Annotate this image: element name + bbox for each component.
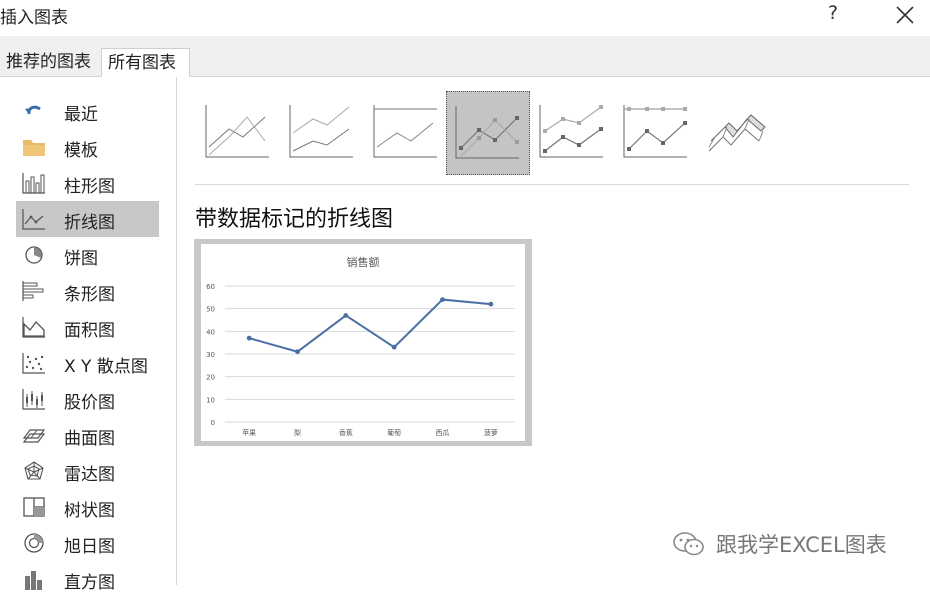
- stock-chart-icon: [22, 389, 45, 410]
- x-tick-label: 梨: [294, 428, 301, 437]
- category-pie[interactable]: 饼图: [16, 237, 159, 273]
- wechat-icon: [673, 532, 704, 556]
- chart-category-list: 最近 模板 柱形图 折线图 饼图 条形图 面积图 X Y 散点图 股价图 曲面图…: [0, 77, 177, 593]
- data-point: [295, 349, 300, 355]
- line-chart: 销售额 0 10 20 30 40 50 60 苹果 梨 香蕉 葡萄 西瓜 菠萝: [201, 244, 525, 441]
- stacked-line-with-markers-icon: [539, 105, 603, 158]
- category-label: 雷达图: [64, 465, 115, 485]
- category-label: 柱形图: [64, 177, 115, 197]
- category-label: 饼图: [64, 249, 98, 269]
- recent-arrow-icon: [25, 105, 41, 115]
- subtype-heading: 带数据标记的折线图: [195, 207, 394, 232]
- category-recent[interactable]: 最近: [16, 93, 159, 129]
- column-chart-icon: [22, 173, 45, 194]
- y-tick-label: 40: [206, 328, 215, 336]
- category-scatter[interactable]: X Y 散点图: [16, 345, 159, 381]
- x-tick-label: 葡萄: [387, 428, 401, 437]
- category-column[interactable]: 柱形图: [16, 165, 159, 201]
- category-treemap[interactable]: 树状图: [16, 489, 159, 525]
- percent-stacked-line-icon: [373, 105, 437, 158]
- x-tick-label: 香蕉: [339, 428, 353, 437]
- y-tick-label: 0: [211, 419, 215, 427]
- category-label: 旭日图: [64, 537, 115, 557]
- x-tick-label: 西瓜: [436, 429, 450, 437]
- subtype-stacked-line[interactable]: [281, 91, 365, 175]
- x-tick-label: 苹果: [242, 428, 256, 437]
- data-point: [440, 297, 445, 302]
- category-label: X Y 散点图: [64, 357, 148, 377]
- category-label: 模板: [64, 141, 98, 161]
- histogram-chart-icon: [25, 571, 42, 590]
- dialog-title: 插入图表: [0, 8, 68, 28]
- tab-all-charts[interactable]: 所有图表: [101, 48, 190, 77]
- y-tick-label: 60: [206, 283, 215, 291]
- scatter-chart-icon: [22, 353, 45, 374]
- subtype-stacked-line-with-markers[interactable]: [531, 91, 615, 175]
- data-point: [246, 335, 252, 341]
- chart-title: 销售额: [347, 255, 380, 269]
- category-histogram[interactable]: 直方图: [16, 561, 159, 597]
- x-tick-label: 菠萝: [484, 428, 498, 437]
- pie-chart-icon: [25, 246, 43, 264]
- bar-chart-icon: [22, 281, 44, 301]
- watermark-text: 跟我学EXCEL图表: [716, 533, 887, 557]
- line-chart-icon: [22, 209, 45, 230]
- line-with-markers-icon: [455, 106, 519, 159]
- y-tick-label: 30: [206, 351, 215, 359]
- category-bar[interactable]: 条形图: [16, 273, 159, 309]
- category-sunburst[interactable]: 旭日图: [16, 525, 159, 561]
- category-label: 折线图: [64, 213, 115, 233]
- category-label: 树状图: [64, 501, 115, 521]
- category-radar[interactable]: 雷达图: [16, 453, 159, 489]
- radar-chart-icon: [24, 461, 44, 480]
- category-label: 曲面图: [64, 429, 115, 449]
- category-surface[interactable]: 曲面图: [16, 417, 159, 453]
- subtype-line-with-markers[interactable]: [446, 91, 530, 175]
- stacked-line-icon: [289, 105, 353, 158]
- tab-strip: 推荐的图表 所有图表: [0, 36, 930, 77]
- category-label: 面积图: [64, 321, 115, 341]
- sunburst-chart-icon: [24, 533, 44, 553]
- category-area[interactable]: 面积图: [16, 309, 159, 345]
- section-divider: [195, 184, 909, 185]
- tab-recommended[interactable]: 推荐的图表: [0, 48, 100, 76]
- subtype-percent-stacked-line[interactable]: [365, 91, 449, 175]
- data-point: [488, 301, 494, 307]
- y-tick-label: 10: [206, 396, 215, 404]
- treemap-chart-icon: [23, 497, 45, 517]
- data-point: [391, 344, 397, 350]
- subtype-3d-line[interactable]: [699, 91, 783, 175]
- category-label: 最近: [64, 105, 98, 125]
- category-label: 股价图: [64, 393, 115, 413]
- data-point: [343, 313, 349, 318]
- close-icon[interactable]: [894, 4, 916, 26]
- surface-chart-icon: [22, 429, 46, 443]
- category-label: 条形图: [64, 285, 115, 305]
- chart-preview[interactable]: 销售额 0 10 20 30 40 50 60 苹果 梨 香蕉 葡萄 西瓜 菠萝: [194, 239, 532, 446]
- category-stock[interactable]: 股价图: [16, 381, 159, 417]
- subtype-percent-stacked-line-with-markers[interactable]: [615, 91, 699, 175]
- subtype-line[interactable]: [197, 91, 281, 175]
- help-button[interactable]: ?: [828, 2, 838, 24]
- percent-stacked-line-with-markers-icon: [623, 105, 687, 158]
- chart-area: [201, 244, 525, 441]
- y-tick-label: 20: [206, 374, 215, 382]
- category-template[interactable]: 模板: [16, 129, 159, 165]
- area-chart-icon: [22, 317, 45, 338]
- folder-icon: [23, 140, 45, 156]
- line-icon: [205, 105, 269, 158]
- category-label: 直方图: [64, 573, 115, 593]
- category-line[interactable]: 折线图: [16, 201, 159, 237]
- title-bar: 插入图表 ?: [0, 0, 930, 36]
- 3d-line-icon: [708, 114, 766, 152]
- chart-subtype-panel: 带数据标记的折线图 销售额 0 10 20 30 40 50 60 苹果梨香蕉 葡萄 西瓜 菠萝 …: [177, 77, 930, 585]
- y-tick-label: 50: [206, 306, 215, 314]
